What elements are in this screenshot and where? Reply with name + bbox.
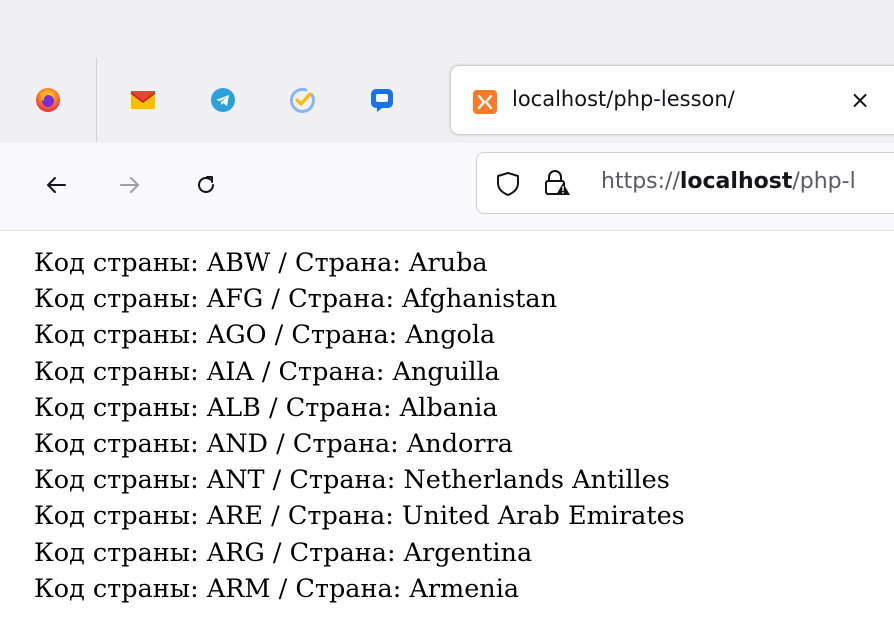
navigation-bar: https://localhost/php-l — [0, 143, 894, 231]
tasks-check-icon — [289, 87, 315, 113]
country-code: AND — [206, 429, 268, 460]
url-text[interactable]: https://localhost/php-l — [601, 169, 856, 194]
code-label: Код страны: — [34, 392, 199, 423]
code-label: Код страны: — [34, 465, 199, 496]
country-label: Страна: — [288, 284, 395, 315]
code-label: Код страны: — [34, 573, 199, 604]
reload-button[interactable] — [186, 165, 226, 205]
country-row: Код страны: ANT / Страна: Netherlands An… — [34, 465, 670, 496]
country-row: Код страны: ALB / Страна: Albania — [34, 392, 498, 423]
country-code: ARM — [206, 573, 271, 604]
code-label: Код страны: — [34, 501, 199, 532]
country-row: Код страны: ARM / Страна: Armenia — [34, 573, 520, 604]
code-label: Код страны: — [34, 248, 199, 278]
page-content: Код страны: ABW / Страна: Aruba Код стран… — [0, 231, 894, 624]
arrow-right-icon — [120, 177, 139, 193]
country-name: Anguilla — [392, 356, 500, 387]
url-host: localhost — [679, 169, 793, 194]
country-label: Страна: — [292, 429, 399, 460]
tab-strip: localhost/php-lesson/ × — [0, 0, 894, 143]
country-code: ANT — [206, 465, 265, 496]
country-code: ARE — [206, 501, 264, 532]
tab-title: localhost/php-lesson/ — [512, 87, 735, 111]
code-label: Код страны: — [34, 320, 199, 351]
pinned-tab-firefox[interactable] — [28, 80, 68, 120]
country-name: Albania — [399, 392, 498, 423]
country-label: Страна: — [295, 573, 402, 604]
country-label: Страна: — [289, 537, 396, 568]
country-label: Страна: — [278, 356, 385, 387]
code-label: Код страны: — [34, 429, 199, 460]
country-code: AFG — [206, 284, 264, 315]
country-row: Код страны: AGO / Страна: Angola — [34, 320, 496, 351]
country-row: Код страны: AFG / Страна: Afghanistan — [34, 284, 558, 315]
tab-close-button[interactable]: × — [846, 86, 874, 114]
gmail-icon — [130, 91, 156, 109]
country-label: Страна: — [289, 465, 396, 496]
code-label: Код страны: — [34, 356, 199, 387]
insecure-lock-icon[interactable] — [543, 169, 571, 197]
country-code: ALB — [206, 392, 261, 423]
country-row: Код страны: ABW / Страна: Aruba — [34, 248, 488, 278]
country-label: Страна: — [285, 392, 392, 423]
country-code: AIA — [206, 356, 254, 387]
tracking-protection-shield-icon[interactable] — [495, 171, 521, 197]
country-row: Код страны: ARG / Страна: Argentina — [34, 537, 533, 568]
pinned-tab-tasks[interactable] — [282, 80, 322, 120]
country-label: Страна: — [291, 320, 398, 351]
url-scheme: https:// — [601, 169, 680, 194]
country-name: Angola — [405, 320, 496, 351]
pinned-tab-chat[interactable] — [362, 80, 402, 120]
country-list: Код страны: ABW / Страна: Aruba Код стран… — [34, 245, 685, 607]
reload-icon — [198, 176, 214, 193]
arrow-left-icon — [47, 177, 66, 193]
pinned-separator — [96, 58, 97, 142]
country-row: Код страны: AND / Страна: Andorra — [34, 429, 513, 460]
country-code: ARG — [206, 537, 265, 568]
chat-bubble-icon — [371, 89, 393, 112]
country-label: Страна: — [287, 501, 394, 532]
country-label: Страна: — [295, 248, 401, 278]
country-row: Код страны: AIA / Страна: Anguilla — [34, 356, 500, 387]
url-path: /php-l — [792, 169, 856, 194]
pinned-tab-telegram[interactable] — [203, 80, 243, 120]
country-code: ABW — [206, 248, 271, 278]
country-name: Argentina — [403, 537, 533, 568]
telegram-icon — [211, 88, 235, 112]
url-bar[interactable]: https://localhost/php-l — [476, 152, 894, 214]
country-name: Aruba — [409, 248, 488, 278]
browser-window: localhost/php-lesson/ × https://localhos… — [0, 0, 894, 624]
code-label: Код страны: — [34, 537, 199, 568]
firefox-icon — [36, 88, 60, 112]
xampp-favicon-icon — [473, 90, 497, 114]
back-button[interactable] — [36, 165, 76, 205]
code-label: Код страны: — [34, 284, 199, 315]
country-row: Код страны: ARE / Страна: United Arab Em… — [34, 501, 685, 532]
pinned-tab-gmail[interactable] — [123, 80, 163, 120]
country-name: Netherlands Antilles — [403, 465, 670, 496]
forward-button[interactable] — [110, 165, 150, 205]
tab-localhost[interactable]: localhost/php-lesson/ × — [451, 66, 894, 134]
country-name: Armenia — [409, 573, 520, 604]
country-code: AGO — [206, 320, 267, 351]
country-name: United Arab Emirates — [401, 501, 685, 532]
country-name: Afghanistan — [402, 284, 558, 315]
country-name: Andorra — [406, 429, 513, 460]
